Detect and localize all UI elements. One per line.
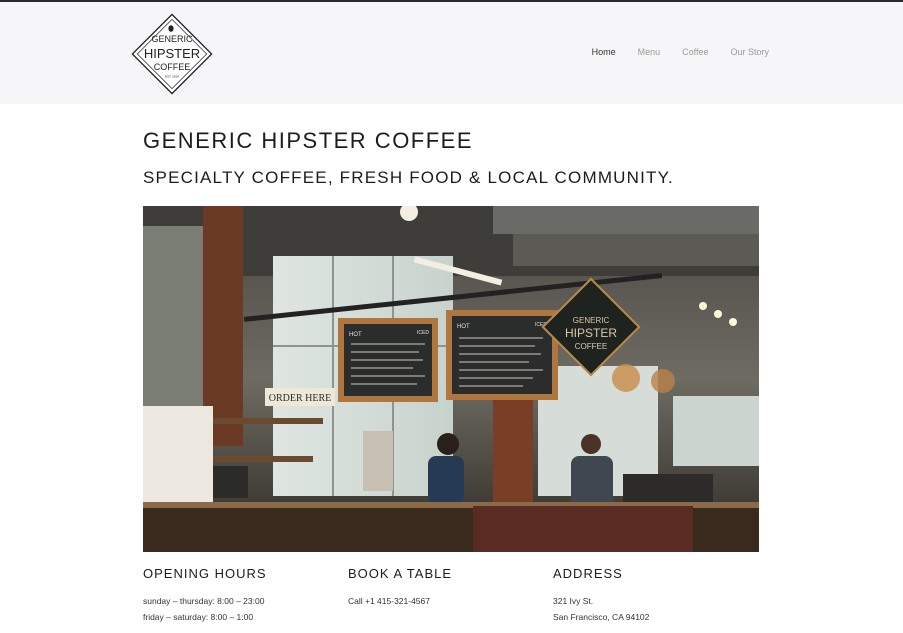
book-table-section: BOOK A TABLE Call +1 415-321-4567 xyxy=(348,566,452,609)
order-here-sign: ORDER HERE xyxy=(269,393,332,404)
nav-our-story[interactable]: Our Story xyxy=(730,47,769,57)
page-title: GENERIC HIPSTER COFFEE xyxy=(143,128,474,153)
main-nav: Home Menu Coffee Our Story xyxy=(592,47,769,57)
nav-menu[interactable]: Menu xyxy=(638,47,661,57)
board-right-label: HOT xyxy=(457,324,470,330)
logo-est: EST. 2016 xyxy=(165,75,179,79)
board-left-label: HOT xyxy=(349,332,362,338)
address-city: San Francisco, CA 94102 xyxy=(553,612,650,622)
opening-hours-section: OPENING HOURS sunday – thursday: 8:00 – … xyxy=(143,566,267,625)
hero-sign-line2: HIPSTER xyxy=(565,326,617,340)
logo[interactable]: GENERIC HIPSTER COFFEE EST. 2016 xyxy=(129,11,215,97)
logo-line3: COFFEE xyxy=(154,62,191,72)
hours-line-weekdays: sunday – thursday: 8:00 – 23:00 xyxy=(143,596,265,606)
book-phone[interactable]: Call +1 415-321-4567 xyxy=(348,593,452,609)
logo-line2: HIPSTER xyxy=(144,46,200,61)
address-street: 321 Ivy St. xyxy=(553,596,594,606)
board-left-tag: ICED xyxy=(417,330,429,336)
hero-sign-line1: GENERIC xyxy=(573,316,610,325)
address-heading: ADDRESS xyxy=(553,566,623,581)
cafe-interior-photo: HOT ICED HOT ICED GENERIC HIPSTER COFFEE… xyxy=(143,206,759,552)
address-section: ADDRESS 321 Ivy St. San Francisco, CA 94… xyxy=(553,566,649,625)
logo-line1: GENERIC xyxy=(151,34,193,44)
hero-image: HOT ICED HOT ICED GENERIC HIPSTER COFFEE… xyxy=(143,206,759,552)
hero-sign-line3: COFFEE xyxy=(575,342,607,351)
site-header: GENERIC HIPSTER COFFEE EST. 2016 Home Me… xyxy=(0,2,903,104)
nav-home[interactable]: Home xyxy=(592,47,616,57)
book-table-heading: BOOK A TABLE xyxy=(348,566,453,581)
page-tagline: SPECIALTY COFFEE, FRESH FOOD & LOCAL COM… xyxy=(143,168,674,187)
logo-diamond-icon: GENERIC HIPSTER COFFEE EST. 2016 xyxy=(131,13,213,95)
coffee-bean-icon xyxy=(168,25,174,32)
nav-coffee[interactable]: Coffee xyxy=(682,47,708,57)
hours-line-weekend: friday – saturday: 8:00 – 1:00 xyxy=(143,612,254,622)
opening-hours-heading: OPENING HOURS xyxy=(143,566,267,581)
